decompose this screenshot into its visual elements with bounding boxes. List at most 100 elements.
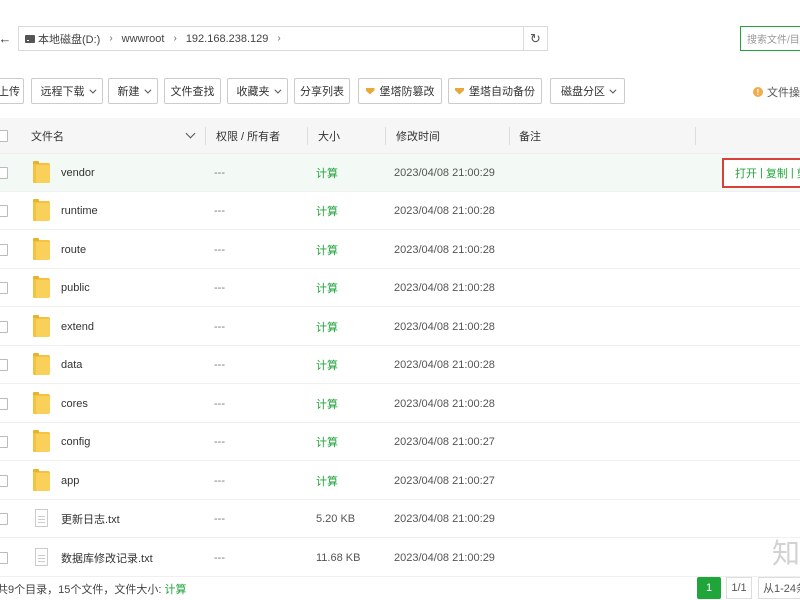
gem-icon bbox=[455, 87, 464, 95]
search-input[interactable]: 搜索文件/目 bbox=[740, 26, 800, 51]
file-mtime: 2023/04/08 21:00:29 bbox=[394, 167, 495, 179]
row-checkbox[interactable] bbox=[0, 513, 8, 525]
table-row[interactable]: app --- 计算 2023/04/08 21:00:27 bbox=[0, 462, 800, 500]
file-size: 11.68 KB bbox=[316, 552, 361, 564]
table-row[interactable]: extend --- 计算 2023/04/08 21:00:28 bbox=[0, 308, 800, 346]
file-perm[interactable]: --- bbox=[214, 346, 225, 384]
file-name[interactable]: route bbox=[61, 231, 86, 269]
tamper-protect-button[interactable]: 堡塔防篡改 bbox=[358, 78, 442, 104]
table-row[interactable]: cores --- 计算 2023/04/08 21:00:28 bbox=[0, 385, 800, 423]
divider: | bbox=[760, 167, 763, 179]
row-checkbox[interactable] bbox=[0, 552, 8, 564]
share-list-button[interactable]: 分享列表 bbox=[294, 78, 350, 104]
upload-button[interactable]: 上传 bbox=[0, 78, 24, 104]
file-perm[interactable]: --- bbox=[214, 269, 225, 307]
row-checkbox[interactable] bbox=[0, 475, 8, 487]
file-perm[interactable]: --- bbox=[214, 231, 225, 269]
file-name[interactable]: config bbox=[61, 423, 90, 461]
file-perm[interactable]: --- bbox=[214, 462, 225, 500]
table-row[interactable]: config --- 计算 2023/04/08 21:00:27 bbox=[0, 423, 800, 461]
file-mtime: 2023/04/08 21:00:29 bbox=[394, 552, 495, 564]
file-name[interactable]: 数据库修改记录.txt bbox=[61, 539, 153, 577]
file-size[interactable]: 计算 bbox=[316, 231, 338, 269]
table-row[interactable]: data --- 计算 2023/04/08 21:00:28 bbox=[0, 346, 800, 384]
file-perm[interactable]: --- bbox=[214, 500, 225, 538]
file-name[interactable]: app bbox=[61, 462, 79, 500]
file-mtime: 2023/04/08 21:00:28 bbox=[394, 398, 495, 410]
row-actions: 打开 | 复制 | 剪 bbox=[722, 158, 800, 188]
file-perm[interactable]: --- bbox=[214, 308, 225, 346]
favorites-button[interactable]: 收藏夹 bbox=[227, 78, 288, 104]
remote-download-button[interactable]: 远程下载 bbox=[31, 78, 103, 104]
row-checkbox[interactable] bbox=[0, 321, 8, 333]
file-name[interactable]: runtime bbox=[61, 192, 98, 230]
file-perm[interactable]: --- bbox=[214, 154, 225, 192]
table-row[interactable]: 更新日志.txt --- 5.20 KB 2023/04/08 21:00:29 bbox=[0, 500, 800, 538]
file-ops-note[interactable]: ! 文件操 bbox=[753, 84, 800, 100]
file-search-button[interactable]: 文件查找 bbox=[164, 78, 221, 104]
file-name[interactable]: cores bbox=[61, 385, 88, 423]
table-row[interactable]: route --- 计算 2023/04/08 21:00:28 bbox=[0, 231, 800, 269]
table-row[interactable]: 数据库修改记录.txt --- 11.68 KB 2023/04/08 21:0… bbox=[0, 539, 800, 577]
page-current[interactable]: 1 bbox=[697, 577, 721, 599]
file-name[interactable]: data bbox=[61, 346, 82, 384]
header-perm[interactable]: 权限 / 所有者 bbox=[216, 118, 280, 154]
copy-link[interactable]: 复制 bbox=[766, 165, 788, 181]
table-row[interactable]: runtime --- 计算 2023/04/08 21:00:28 bbox=[0, 192, 800, 230]
row-checkbox[interactable] bbox=[0, 167, 8, 179]
file-size[interactable]: 计算 bbox=[316, 462, 338, 500]
row-checkbox[interactable] bbox=[0, 244, 8, 256]
header-name[interactable]: 文件名 bbox=[31, 118, 64, 154]
chevron-down-icon bbox=[609, 86, 617, 94]
row-checkbox[interactable] bbox=[0, 398, 8, 410]
select-all-checkbox[interactable] bbox=[0, 130, 8, 142]
header-mtime[interactable]: 修改时间 bbox=[396, 118, 440, 154]
file-size[interactable]: 计算 bbox=[316, 192, 338, 230]
back-arrow-icon[interactable]: ← bbox=[0, 26, 12, 50]
button-label: 新建 bbox=[117, 86, 140, 98]
row-checkbox[interactable] bbox=[0, 205, 8, 217]
file-size: 5.20 KB bbox=[316, 513, 356, 525]
file-mtime: 2023/04/08 21:00:28 bbox=[394, 244, 495, 256]
file-size[interactable]: 计算 bbox=[316, 308, 338, 346]
file-size[interactable]: 计算 bbox=[316, 385, 338, 423]
path-segment-wwwroot[interactable]: wwwroot › bbox=[122, 33, 186, 45]
chevron-down-icon[interactable] bbox=[185, 128, 196, 139]
path-segment-disk[interactable]: 本地磁盘(D:) › bbox=[25, 31, 122, 47]
file-size[interactable]: 计算 bbox=[316, 269, 338, 307]
row-checkbox[interactable] bbox=[0, 436, 8, 448]
disk-icon bbox=[25, 34, 35, 43]
file-name[interactable]: public bbox=[61, 269, 90, 307]
summary-text: 共9个目录，15个文件，文件大小: bbox=[0, 584, 162, 596]
file-name[interactable]: vendor bbox=[61, 154, 95, 192]
file-perm[interactable]: --- bbox=[214, 385, 225, 423]
chevron-down-icon bbox=[143, 86, 151, 94]
refresh-icon[interactable]: ↻ bbox=[523, 26, 548, 51]
table-row[interactable]: public --- 计算 2023/04/08 21:00:28 bbox=[0, 269, 800, 307]
button-label: 远程下载 bbox=[40, 86, 85, 98]
file-name[interactable]: 更新日志.txt bbox=[61, 500, 120, 538]
file-perm[interactable]: --- bbox=[214, 539, 225, 577]
folder-icon bbox=[33, 469, 50, 491]
file-size[interactable]: 计算 bbox=[316, 154, 338, 192]
table-row[interactable]: vendor --- 计算 2023/04/08 21:00:29 打开 | 复… bbox=[0, 154, 800, 192]
disk-partition-button[interactable]: 磁盘分区 bbox=[550, 78, 625, 104]
watermark: 知 bbox=[772, 537, 800, 570]
row-checkbox[interactable] bbox=[0, 282, 8, 294]
open-link[interactable]: 打开 bbox=[735, 165, 757, 181]
info-icon: ! bbox=[753, 87, 763, 97]
file-size[interactable]: 计算 bbox=[316, 346, 338, 384]
path-segment-label: 本地磁盘(D:) bbox=[38, 33, 101, 46]
path-segment-site[interactable]: 192.168.238.129 › bbox=[186, 33, 290, 45]
file-size[interactable]: 计算 bbox=[316, 423, 338, 461]
calc-total-size-link[interactable]: 计算 bbox=[164, 584, 186, 596]
header-size[interactable]: 大小 bbox=[318, 118, 340, 154]
new-button[interactable]: 新建 bbox=[108, 78, 158, 104]
file-mtime: 2023/04/08 21:00:27 bbox=[394, 436, 495, 448]
row-checkbox[interactable] bbox=[0, 359, 8, 371]
file-perm[interactable]: --- bbox=[214, 192, 225, 230]
file-perm[interactable]: --- bbox=[214, 423, 225, 461]
file-name[interactable]: extend bbox=[61, 308, 94, 346]
auto-backup-button[interactable]: 堡塔自动备份 bbox=[448, 78, 542, 104]
path-breadcrumb[interactable]: 本地磁盘(D:) › wwwroot › 192.168.238.129 › bbox=[18, 26, 523, 51]
